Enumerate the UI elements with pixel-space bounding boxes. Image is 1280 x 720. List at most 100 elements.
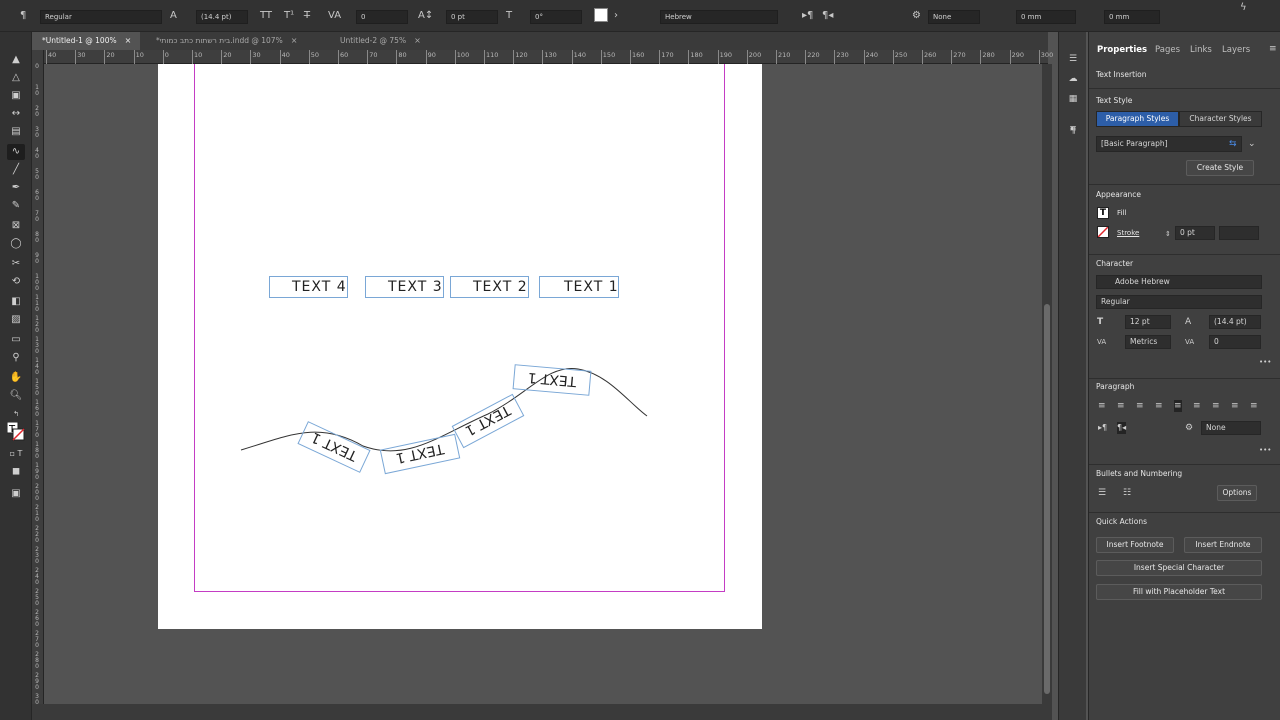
paragraph-styles-tab[interactable]: Paragraph Styles xyxy=(1096,111,1179,127)
close-icon[interactable]: × xyxy=(125,36,132,45)
font-style-field[interactable]: Regular xyxy=(40,10,162,24)
bullets-options-button[interactable]: Options xyxy=(1217,485,1257,501)
justify-all-icon[interactable]: ≡ xyxy=(1212,400,1220,412)
free-transform-tool-icon[interactable]: ⟲ xyxy=(7,274,25,290)
ltr-paragraph-icon[interactable]: ¶◂ xyxy=(1117,422,1127,434)
edit-style-icon[interactable]: ⇆ xyxy=(1229,138,1237,150)
justify-center-icon[interactable]: ≡ xyxy=(1174,400,1182,412)
close-icon[interactable]: × xyxy=(291,36,298,45)
panel-menu-icon[interactable]: ≡ xyxy=(1269,44,1277,54)
rtl-paragraph-icon[interactable]: ▸¶ xyxy=(1098,422,1107,434)
stroke-type-dropdown[interactable] xyxy=(1219,226,1259,240)
align-right-icon[interactable]: ≡ xyxy=(1136,400,1144,412)
chevron-down-icon[interactable]: ⌄ xyxy=(1248,138,1256,150)
hand-tool-icon[interactable]: ✋ xyxy=(7,370,25,386)
indent-after-field[interactable]: 0 mm xyxy=(1104,10,1160,24)
swap-fill-stroke-icon[interactable]: ↰ xyxy=(7,406,25,422)
composer-dropdown[interactable]: None xyxy=(928,10,980,24)
tab-layers[interactable]: Layers xyxy=(1222,32,1250,68)
formatting-affects-text-icon[interactable]: ▫ T xyxy=(7,446,25,462)
rectangle-frame-tool-icon[interactable]: ⊠ xyxy=(7,218,25,234)
line-tool-icon[interactable]: ╱ xyxy=(7,162,25,178)
align-left-icon[interactable]: ≡ xyxy=(1098,400,1106,412)
align-center-icon[interactable]: ≡ xyxy=(1117,400,1125,412)
vertical-ruler[interactable]: 0 1 0 2 0 3 0 4 0 5 0 6 0 7 0 8 0 9 0 1 0 0 1 1 0 1 … xyxy=(32,50,44,712)
language-dropdown[interactable]: Hebrew xyxy=(660,10,778,24)
paragraph-style-dropdown[interactable]: [Basic Paragraph] xyxy=(1096,136,1242,152)
pen-tool-icon[interactable]: ✒ xyxy=(7,180,25,196)
leading-field[interactable]: (14.4 pt) xyxy=(196,10,248,24)
direct-selection-tool-icon[interactable]: △ xyxy=(7,70,25,86)
horizontal-ruler[interactable]: 40 30 20 10 0 10 20 30 40 50 60 70 80 90 100 110 120 130 1… xyxy=(44,50,1053,64)
kerning-field[interactable]: Metrics xyxy=(1125,335,1171,349)
close-icon[interactable]: × xyxy=(414,36,421,45)
kerning-field[interactable]: 0 xyxy=(356,10,408,24)
type-on-path-tool-icon[interactable]: ∿ xyxy=(7,144,25,160)
insert-special-character-button[interactable]: Insert Special Character xyxy=(1096,560,1262,576)
font-family-dropdown[interactable]: Adobe Hebrew xyxy=(1096,275,1262,289)
leading-field[interactable]: (14.4 pt) xyxy=(1209,315,1261,329)
fill-placeholder-text-button[interactable]: Fill with Placeholder Text xyxy=(1096,584,1262,600)
character-styles-tab[interactable]: Character Styles xyxy=(1179,111,1262,127)
numbered-list-icon[interactable]: ☷ xyxy=(1123,487,1131,499)
stroke-weight-field[interactable]: 0 pt xyxy=(1175,226,1215,240)
stroke-swatch-icon[interactable] xyxy=(1097,226,1109,238)
eyedropper-tool-icon[interactable]: ⚲ xyxy=(7,350,25,366)
pencil-tool-icon[interactable]: ✎ xyxy=(7,198,25,214)
composer-dropdown[interactable]: None xyxy=(1201,421,1261,435)
strikethrough-icon[interactable]: T̶ xyxy=(304,10,310,22)
gradient-tool-icon[interactable]: ◧ xyxy=(7,294,25,310)
lightning-icon[interactable]: ϟ xyxy=(1240,2,1247,14)
path-text-frame-3[interactable]: TEXT 1 xyxy=(451,393,525,449)
justify-left-icon[interactable]: ≡ xyxy=(1155,400,1163,412)
chevron-right-icon[interactable]: › xyxy=(614,10,618,22)
path-text-frame-2[interactable]: TEXT 1 xyxy=(379,433,461,475)
tab-untitled-1[interactable]: *Untitled-1 @ 100% × xyxy=(32,32,140,50)
paragraph-panel-icon[interactable]: ¶ xyxy=(1065,124,1081,138)
normal-view-icon[interactable]: ◼ xyxy=(7,464,25,480)
paragraph-mode-icon[interactable]: ¶ xyxy=(20,10,26,22)
insert-footnote-button[interactable]: Insert Footnote xyxy=(1096,537,1174,553)
content-collector-icon[interactable]: ▤ xyxy=(7,124,25,140)
horizontal-scrollbar[interactable] xyxy=(32,704,1052,720)
tab-pages[interactable]: Pages xyxy=(1155,32,1180,68)
pasteboard[interactable]: TEXT 4 TEXT 3 TEXT 2 TEXT 1 TEXT 1 TEXT … xyxy=(44,64,1042,704)
ellipse-tool-icon[interactable]: ◯ xyxy=(7,236,25,252)
scissors-tool-icon[interactable]: ✂ xyxy=(7,256,25,272)
cc-libraries-icon[interactable]: ☁ xyxy=(1065,72,1081,86)
create-style-button[interactable]: Create Style xyxy=(1186,160,1254,176)
tab-properties[interactable]: Properties xyxy=(1097,32,1147,68)
fill-stroke-swatch-icon[interactable]: T xyxy=(6,421,25,444)
tab-hebrew-document[interactable]: *בית רשתות כתב כמותי.indd @ 107% × xyxy=(146,32,324,50)
swatches-icon[interactable]: ▦ xyxy=(1065,92,1081,106)
zoom-tool-icon[interactable]: 🔍︎ xyxy=(7,388,25,404)
insert-endnote-button[interactable]: Insert Endnote xyxy=(1184,537,1262,553)
path-text-frame-1[interactable]: TEXT 1 xyxy=(297,421,371,473)
bulleted-list-icon[interactable]: ☰ xyxy=(1098,487,1106,499)
note-tool-icon[interactable]: ▭ xyxy=(7,332,25,348)
align-away-spine-icon[interactable]: ≡ xyxy=(1250,400,1258,412)
skew-field[interactable]: 0° xyxy=(530,10,582,24)
font-size-field[interactable]: 12 pt xyxy=(1125,315,1171,329)
gap-tool-icon[interactable]: ↔ xyxy=(7,106,25,122)
superscript-icon[interactable]: T¹ xyxy=(284,10,294,22)
rtl-direction-icon[interactable]: ▸¶ xyxy=(802,10,813,22)
type-on-path-curve[interactable]: TEXT 1 TEXT 1 TEXT 1 TEXT 1 xyxy=(158,64,762,629)
ltr-direction-icon[interactable]: ¶◂ xyxy=(822,10,833,22)
fill-swatch-icon[interactable]: T xyxy=(1097,207,1109,219)
selection-tool-icon[interactable]: ▲ xyxy=(7,52,25,68)
font-style-dropdown[interactable]: Regular xyxy=(1096,295,1262,309)
all-caps-icon[interactable]: TT xyxy=(260,10,272,22)
tracking-field[interactable]: 0 xyxy=(1209,335,1261,349)
no-color-swatch-icon[interactable] xyxy=(594,8,608,22)
indent-before-field[interactable]: 0 mm xyxy=(1016,10,1076,24)
page-tool-icon[interactable]: ▣ xyxy=(7,88,25,104)
align-towards-spine-icon[interactable]: ≡ xyxy=(1231,400,1239,412)
gradient-feather-tool-icon[interactable]: ▨ xyxy=(7,312,25,328)
vertical-scrollbar[interactable] xyxy=(1042,64,1052,704)
stroke-label[interactable]: Stroke xyxy=(1117,229,1139,237)
baseline-shift-field[interactable]: 0 pt xyxy=(446,10,498,24)
document-page[interactable]: TEXT 4 TEXT 3 TEXT 2 TEXT 1 TEXT 1 TEXT … xyxy=(158,64,762,629)
more-options-icon[interactable]: ••• xyxy=(1259,356,1271,368)
justify-right-icon[interactable]: ≡ xyxy=(1193,400,1201,412)
